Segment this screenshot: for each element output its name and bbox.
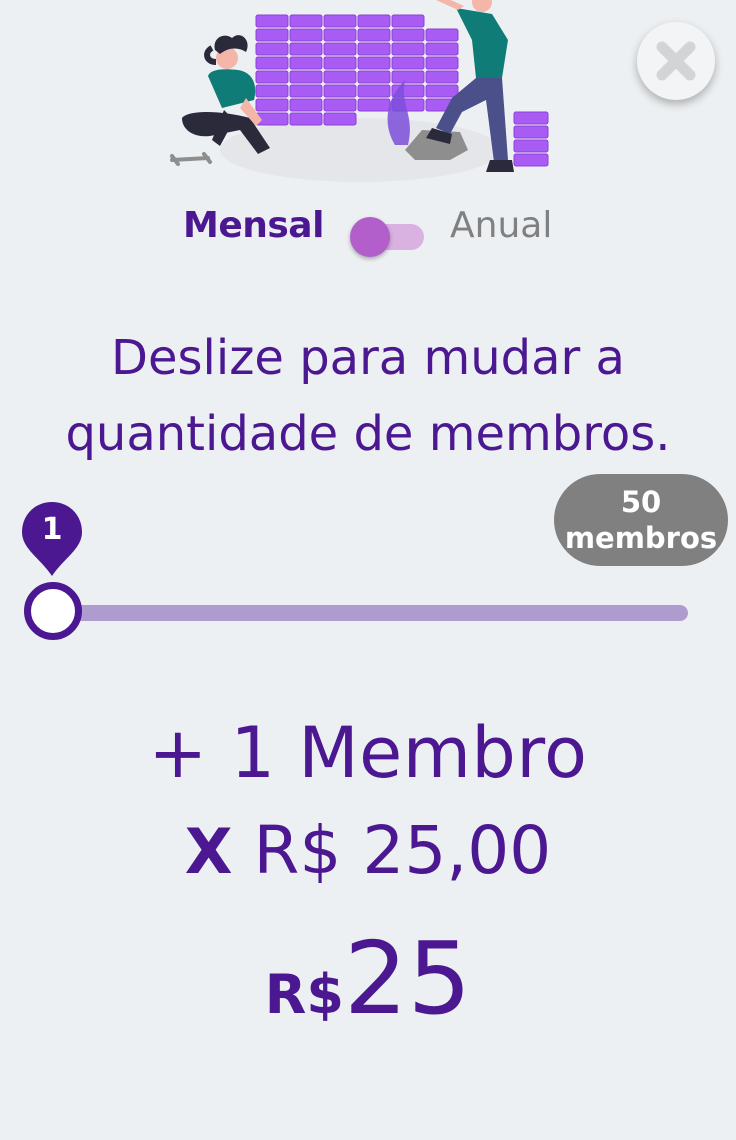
instruction-line-2: quantidade de membros. bbox=[65, 406, 671, 462]
slider-value-label: 1 bbox=[41, 512, 63, 547]
billing-switch[interactable] bbox=[350, 214, 426, 258]
switch-knob[interactable] bbox=[350, 217, 390, 257]
unit-price-summary: X R$ 25,00 bbox=[0, 812, 736, 889]
slider-track[interactable] bbox=[50, 605, 688, 621]
plus-sign: + bbox=[148, 712, 208, 794]
billing-monthly-label[interactable]: Mensal bbox=[183, 205, 324, 246]
member-count-summary: + 1 Membro bbox=[0, 712, 736, 794]
total-amount: 25 bbox=[343, 920, 472, 1037]
slider-max-value: 50 bbox=[620, 485, 662, 519]
member-word: Membro bbox=[298, 712, 588, 794]
slider-value-pin: 1 bbox=[20, 500, 84, 578]
close-icon bbox=[656, 41, 696, 81]
multiply-sign: X bbox=[184, 815, 233, 888]
total-price: R$25 bbox=[0, 920, 736, 1037]
close-button[interactable] bbox=[637, 22, 715, 100]
member-slider: 50 membros 1 bbox=[0, 470, 736, 640]
unit-price: R$ 25,00 bbox=[253, 812, 552, 889]
member-count: 1 bbox=[230, 712, 276, 794]
hero-illustration bbox=[160, 0, 570, 190]
billing-period-toggle: Mensal Anual bbox=[0, 200, 736, 260]
instruction-line-1: Deslize para mudar a bbox=[111, 330, 625, 386]
slider-max-bubble: 50 membros bbox=[554, 474, 728, 566]
slider-thumb[interactable] bbox=[24, 582, 82, 640]
slider-instruction: Deslize para mudar a quantidade de membr… bbox=[0, 320, 736, 472]
billing-yearly-label[interactable]: Anual bbox=[450, 205, 552, 246]
slider-max-unit: membros bbox=[564, 521, 718, 555]
total-currency: R$ bbox=[264, 963, 344, 1026]
